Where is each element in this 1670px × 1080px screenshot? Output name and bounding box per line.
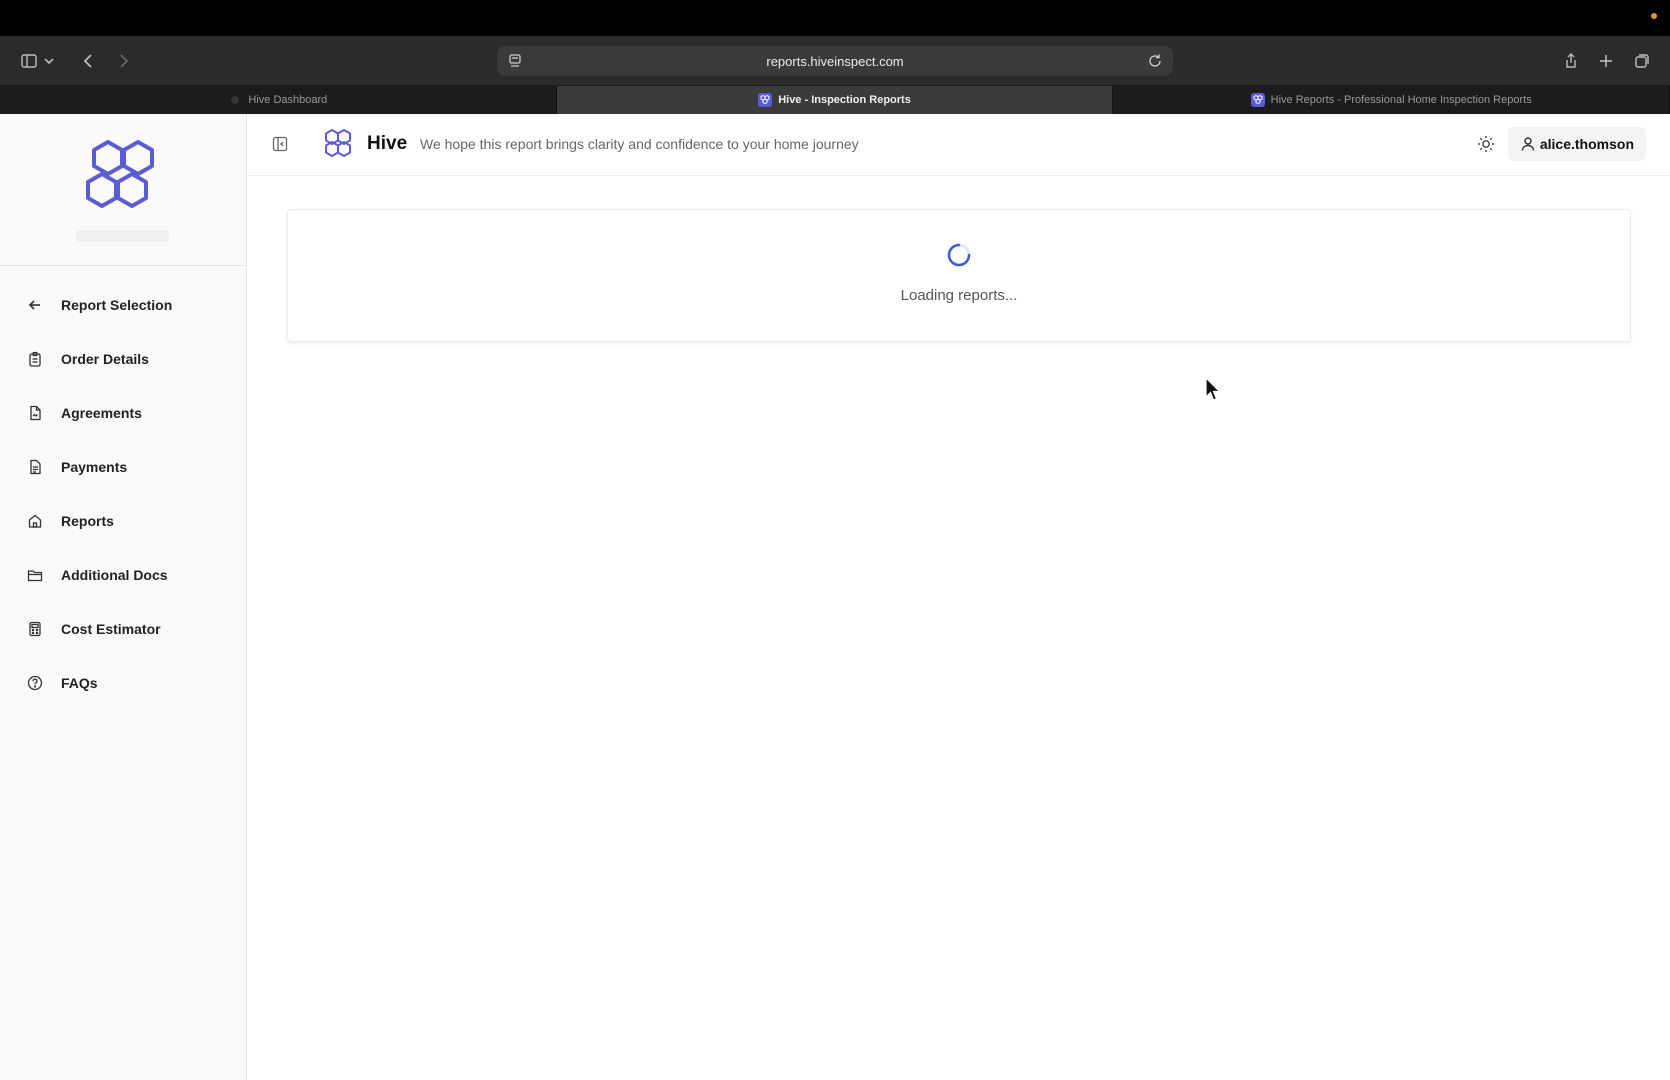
menu-bar [0,0,1670,36]
tab-label[interactable]: Hive Dashboard [248,94,327,106]
header-tagline: We hope this report brings clarity and c… [420,136,859,152]
sidebar-item-order-details[interactable]: Order Details [0,332,246,386]
recording-indicator [1651,13,1657,19]
tab-hive-dashboard[interactable]: Hive Dashboard [0,86,557,114]
sidebar-item-agreements[interactable]: Agreements [0,386,246,440]
chevron-down-icon[interactable] [40,46,58,76]
file-signature-icon [27,405,43,421]
hive-favicon-icon [758,93,773,107]
tab-strip: Hive Dashboard Hive - Inspection Reports… [0,86,1670,114]
brand-name: Hive [367,133,408,154]
sidebar-item-label: Order Details [61,351,149,367]
loading-text: Loading reports... [900,287,1018,304]
page-content: Report Selection Order Details Agreement… [0,114,1670,1080]
sidebar-item-label: Agreements [61,405,142,421]
logo-placeholder-bar [76,230,169,242]
tab-label[interactable]: Hive - Inspection Reports [778,94,911,106]
receipt-icon [27,459,43,475]
home-icon [27,513,43,529]
username[interactable]: alice.thomson [1540,136,1634,152]
hive-favicon-icon [1250,93,1265,107]
user-menu-button[interactable]: alice.thomson [1507,127,1646,161]
folder-icon [27,567,43,583]
tab-hive-reports-professional[interactable]: Hive Reports - Professional Home Inspect… [1113,86,1670,114]
mouse-cursor-icon [1205,377,1221,401]
forward-icon[interactable] [108,46,138,76]
sidebar-logo-area [0,114,246,266]
sidebar-item-label: Cost Estimator [61,621,161,637]
sidebar-item-label: Report Selection [61,297,173,313]
site-settings-icon[interactable] [507,53,523,74]
sidebar-item-report-selection[interactable]: Report Selection [0,278,246,332]
back-icon[interactable] [74,46,104,76]
sidebar-item-label: Payments [61,459,128,475]
hive-brand-icon [325,129,351,157]
hive-logo-icon [86,140,154,208]
sidebar-item-label: Reports [61,513,114,529]
url-text[interactable]: reports.hiveinspect.com [766,54,903,69]
user-icon [1521,137,1535,151]
sidebar-item-label: FAQs [61,675,98,691]
sidebar-item-faqs[interactable]: FAQs [0,656,246,710]
sidebar-item-label: Additional Docs [61,567,168,583]
sidebar-item-cost-estimator[interactable]: Cost Estimator [0,602,246,656]
new-tab-icon[interactable] [1591,46,1621,76]
loading-spinner-icon [947,243,971,267]
sidebar-item-payments[interactable]: Payments [0,440,246,494]
address-bar[interactable]: reports.hiveinspect.com [497,46,1173,76]
sidebar-nav: Report Selection Order Details Agreement… [0,266,246,710]
sidebar: Report Selection Order Details Agreement… [0,114,247,1080]
tab-label[interactable]: Hive Reports - Professional Home Inspect… [1271,94,1532,106]
theme-toggle-sun-icon[interactable] [1476,134,1496,154]
browser-toolbar: reports.hiveinspect.com [0,36,1670,86]
share-icon[interactable] [1556,46,1586,76]
reload-icon[interactable] [1147,53,1163,74]
clipboard-icon [27,351,43,367]
calculator-icon [27,621,43,637]
sidebar-item-additional-docs[interactable]: Additional Docs [0,548,246,602]
help-circle-icon [27,675,43,691]
reports-loading-card: Loading reports... [287,209,1631,342]
app-header: Hive We hope this report brings clarity … [248,114,1670,176]
sidebar-collapse-icon[interactable] [271,135,289,153]
sidebar-item-reports[interactable]: Reports [0,494,246,548]
hive-dashboard-favicon-icon [228,93,242,107]
arrow-left-icon [27,297,43,313]
tab-overview-icon[interactable] [1627,46,1657,76]
tab-inspection-reports[interactable]: Hive - Inspection Reports [556,86,1114,114]
